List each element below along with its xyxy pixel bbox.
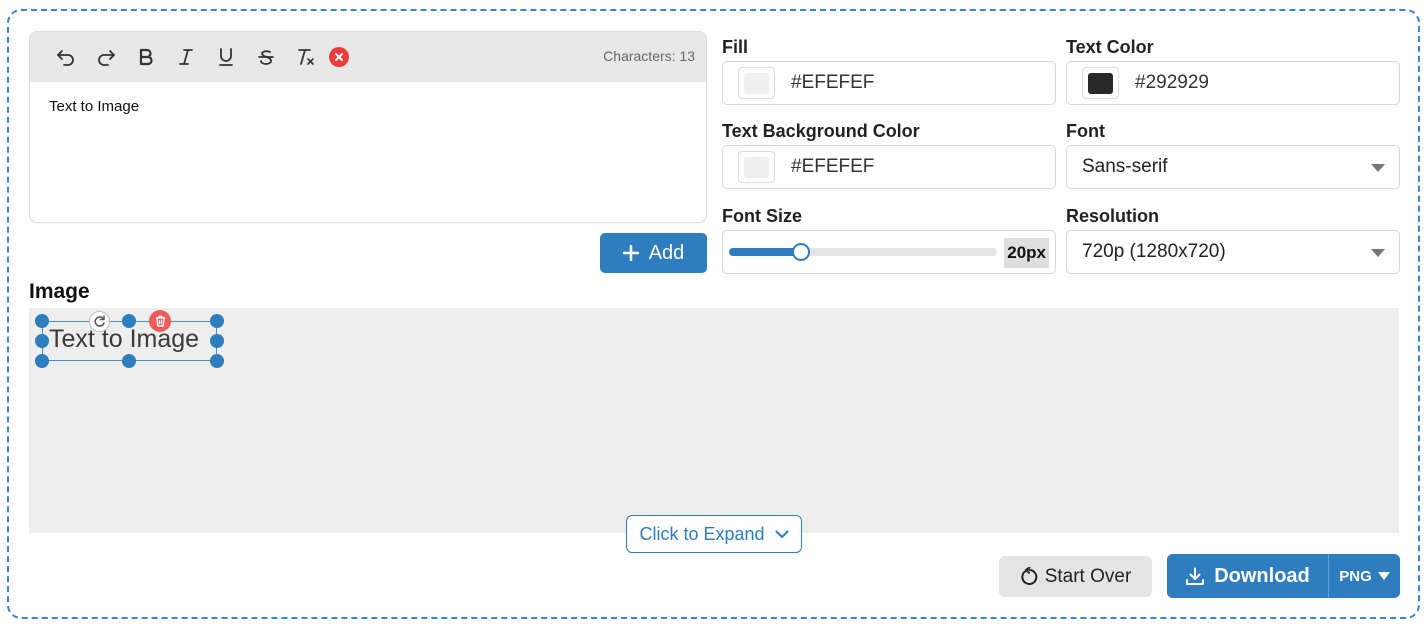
resize-handle-bottom-right[interactable] bbox=[210, 354, 224, 368]
download-button[interactable]: Download bbox=[1167, 554, 1328, 598]
image-heading: Image bbox=[29, 280, 90, 303]
add-button-label: Add bbox=[648, 241, 685, 264]
expand-button-label: Click to Expand bbox=[639, 523, 765, 544]
text-color-swatch[interactable] bbox=[1082, 67, 1119, 99]
add-button[interactable]: Add bbox=[600, 233, 707, 273]
character-count: Characters: 13 bbox=[603, 48, 695, 64]
font-size-slider-fill bbox=[729, 248, 801, 256]
text-editor: Characters: 13 Text to Image bbox=[29, 31, 707, 223]
redo-icon[interactable] bbox=[86, 37, 126, 77]
fill-color-picker[interactable]: #EFEFEF bbox=[722, 61, 1056, 105]
underline-icon[interactable] bbox=[206, 37, 246, 77]
resize-handle-top-right[interactable] bbox=[210, 314, 224, 328]
text-color-label: Text Color bbox=[1066, 37, 1154, 57]
resize-handle-right[interactable] bbox=[210, 334, 224, 348]
start-over-label: Start Over bbox=[1044, 565, 1132, 587]
text-object[interactable]: Text to Image bbox=[49, 325, 199, 354]
resolution-select[interactable]: 720p (1280x720) bbox=[1066, 230, 1400, 274]
text-bg-swatch[interactable] bbox=[738, 151, 775, 183]
format-label: PNG bbox=[1339, 567, 1372, 585]
start-over-button[interactable]: Start Over bbox=[999, 556, 1152, 597]
close-icon[interactable] bbox=[329, 47, 349, 67]
font-size-slider-thumb[interactable] bbox=[792, 243, 810, 261]
clear-format-icon[interactable] bbox=[286, 37, 326, 77]
trash-icon[interactable] bbox=[149, 310, 171, 332]
download-button-group: Download PNG bbox=[1167, 554, 1400, 598]
font-size-slider[interactable] bbox=[729, 243, 997, 261]
resize-handle-left[interactable] bbox=[35, 334, 49, 348]
resolution-label: Resolution bbox=[1066, 206, 1159, 226]
chevron-down-icon bbox=[775, 530, 789, 538]
chevron-down-icon bbox=[1371, 249, 1385, 257]
caret-down-icon bbox=[1377, 572, 1390, 580]
text-color-picker[interactable]: #292929 bbox=[1066, 61, 1400, 105]
italic-icon[interactable] bbox=[166, 37, 206, 77]
font-select-value: Sans-serif bbox=[1082, 156, 1168, 177]
text-bg-color-picker[interactable]: #EFEFEF bbox=[722, 145, 1056, 189]
resolution-select-value: 720p (1280x720) bbox=[1082, 241, 1226, 262]
resize-handle-bottom-left[interactable] bbox=[35, 354, 49, 368]
text-color-hex: #292929 bbox=[1135, 72, 1209, 93]
undo-icon[interactable] bbox=[46, 37, 86, 77]
editor-content[interactable]: Text to Image bbox=[30, 82, 706, 131]
resize-handle-top-left[interactable] bbox=[35, 314, 49, 328]
chevron-down-icon bbox=[1371, 164, 1385, 172]
font-size-label: Font Size bbox=[722, 206, 802, 226]
fill-swatch[interactable] bbox=[738, 67, 775, 99]
resize-handle-bottom[interactable] bbox=[122, 354, 136, 368]
restart-icon bbox=[1021, 567, 1038, 585]
text-color-swatch-color bbox=[1088, 72, 1113, 94]
rotate-icon[interactable] bbox=[89, 311, 110, 332]
fill-hex: #EFEFEF bbox=[791, 72, 875, 93]
bold-icon[interactable] bbox=[126, 37, 166, 77]
font-label: Font bbox=[1066, 121, 1105, 141]
text-bg-swatch-color bbox=[744, 156, 769, 178]
font-size-control: 20px bbox=[722, 230, 1056, 274]
text-bg-hex: #EFEFEF bbox=[791, 156, 875, 177]
expand-button[interactable]: Click to Expand bbox=[626, 515, 802, 553]
image-canvas[interactable] bbox=[29, 308, 1399, 533]
text-bg-label: Text Background Color bbox=[722, 121, 920, 141]
plus-icon bbox=[622, 245, 639, 261]
editor-toolbar: Characters: 13 bbox=[30, 32, 706, 82]
download-icon bbox=[1186, 567, 1205, 585]
format-dropdown[interactable]: PNG bbox=[1328, 554, 1400, 598]
strikethrough-icon[interactable] bbox=[246, 37, 286, 77]
download-label: Download bbox=[1214, 564, 1310, 587]
font-size-value: 20px bbox=[1004, 238, 1049, 268]
fill-swatch-color bbox=[744, 72, 769, 94]
font-select[interactable]: Sans-serif bbox=[1066, 145, 1400, 189]
resize-handle-top[interactable] bbox=[122, 314, 136, 328]
fill-label: Fill bbox=[722, 37, 748, 57]
